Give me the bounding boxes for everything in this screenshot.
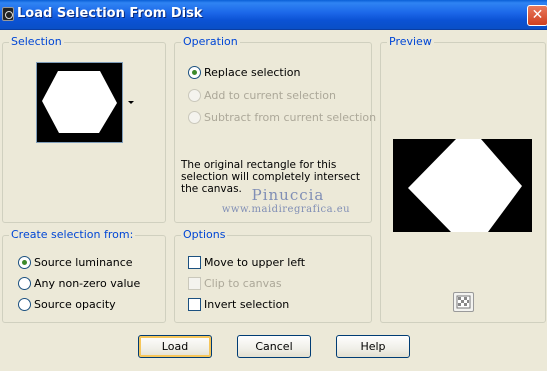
radio-subtract-from-selection: Subtract from current selection: [188, 110, 376, 124]
radio-source-opacity[interactable]: Source opacity: [18, 297, 116, 311]
radio-indicator[interactable]: [18, 255, 31, 269]
radio-add-to-selection: Add to current selection: [188, 88, 336, 102]
checkbox-box[interactable]: [188, 297, 201, 311]
radio-any-non-zero[interactable]: Any non-zero value: [18, 276, 140, 290]
watermark: Pinuccia www.maidiregrafica.eu: [222, 186, 350, 215]
checkbox-box: [188, 276, 201, 290]
title-bar: Load Selection From Disk ✕: [0, 0, 547, 30]
selection-thumbnail[interactable]: [36, 62, 123, 143]
radio-indicator: [188, 110, 201, 124]
checkerboard-icon[interactable]: [453, 292, 474, 312]
checkbox-box[interactable]: [188, 255, 201, 269]
create-from-group-title: Create selection from:: [9, 228, 136, 241]
watermark-url: www.maidiregrafica.eu: [221, 204, 351, 215]
radio-indicator[interactable]: [18, 276, 31, 290]
options-group-title: Options: [181, 228, 228, 241]
preview-shape: [408, 139, 522, 232]
preview-canvas: [393, 139, 532, 232]
checkbox-label: Clip to canvas: [204, 276, 282, 290]
cancel-button[interactable]: Cancel: [237, 335, 311, 358]
radio-replace-selection[interactable]: Replace selection: [188, 65, 300, 79]
selection-shape-icon: [42, 71, 117, 133]
radio-indicator[interactable]: [18, 297, 31, 311]
app-icon: [2, 7, 14, 21]
checkbox-invert-selection[interactable]: Invert selection: [188, 297, 289, 311]
radio-source-luminance[interactable]: Source luminance: [18, 255, 133, 269]
radio-indicator[interactable]: [188, 65, 201, 79]
preview-group-title: Preview: [387, 35, 434, 48]
checkbox-clip-to-canvas: Clip to canvas: [188, 276, 282, 290]
chevron-down-icon[interactable]: [128, 101, 134, 104]
window-title: Load Selection From Disk: [17, 6, 203, 21]
radio-label: Any non-zero value: [34, 276, 141, 290]
radio-label: Replace selection: [204, 65, 301, 79]
radio-label: Source opacity: [34, 297, 116, 311]
help-button[interactable]: Help: [336, 335, 410, 358]
close-button[interactable]: ✕: [527, 5, 547, 26]
checkbox-move-to-upper-left[interactable]: Move to upper left: [188, 255, 305, 269]
watermark-name: Pinuccia: [251, 186, 325, 204]
radio-label: Add to current selection: [204, 88, 336, 102]
checkbox-label: Move to upper left: [204, 255, 306, 269]
radio-label: Source luminance: [34, 255, 133, 269]
checkbox-label: Invert selection: [204, 297, 290, 311]
selection-group-title: Selection: [9, 35, 64, 48]
radio-label: Subtract from current selection: [204, 110, 377, 124]
radio-indicator: [188, 88, 201, 102]
operation-group-title: Operation: [181, 35, 240, 48]
checkerboard-glyph: [456, 295, 471, 309]
load-button[interactable]: Load: [138, 335, 212, 358]
